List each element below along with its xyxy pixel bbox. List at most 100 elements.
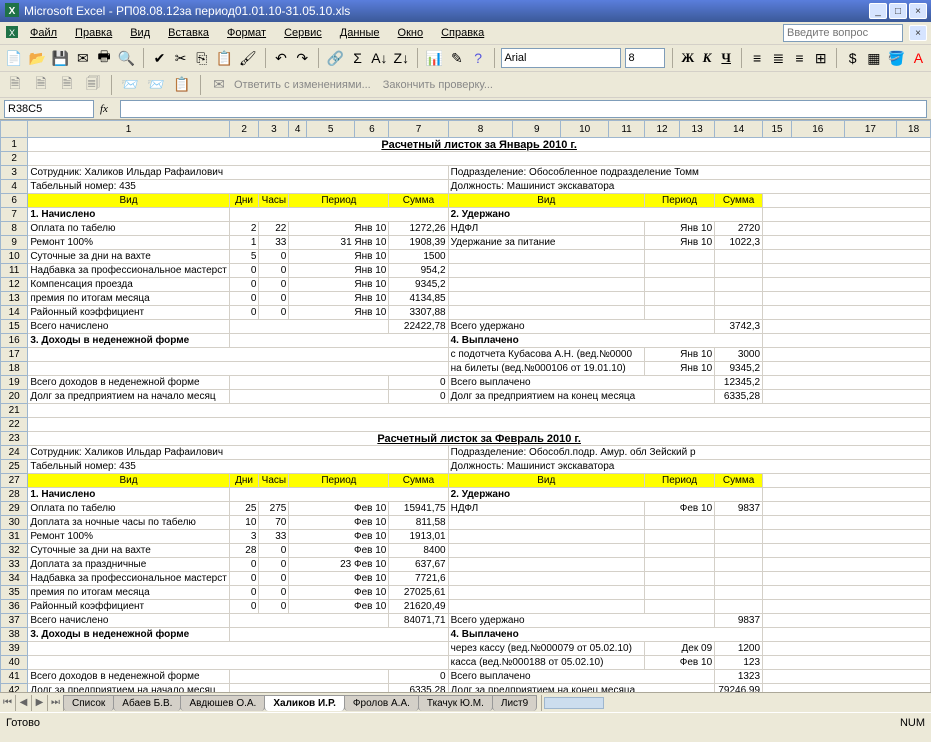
cell[interactable]: 4. Выплачено bbox=[448, 334, 762, 348]
cell[interactable] bbox=[715, 278, 763, 292]
row-header-14[interactable]: 14 bbox=[1, 306, 28, 320]
cell[interactable]: Оплата по табелю bbox=[28, 222, 229, 236]
cell[interactable]: Надбавка за профессиональное мастерст bbox=[28, 264, 229, 278]
cell[interactable] bbox=[763, 250, 931, 264]
row-header-4[interactable]: 4 bbox=[1, 180, 28, 194]
cell[interactable]: 15941,75 bbox=[389, 502, 448, 516]
col-header-11[interactable]: 11 bbox=[609, 121, 645, 138]
cell[interactable] bbox=[715, 572, 763, 586]
row-header-19[interactable]: 19 bbox=[1, 376, 28, 390]
cell[interactable]: Оплата по табелю bbox=[28, 502, 229, 516]
currency-icon[interactable]: $ bbox=[844, 47, 861, 69]
row-header-10[interactable]: 10 bbox=[1, 250, 28, 264]
cell[interactable]: Должность: Машинист экскаватора bbox=[448, 460, 930, 474]
menu-tools[interactable]: Сервис bbox=[276, 25, 330, 41]
cell[interactable]: 0 bbox=[389, 670, 448, 684]
cell[interactable] bbox=[763, 586, 931, 600]
cell[interactable]: Надбавка за профессиональное мастерст bbox=[28, 572, 229, 586]
cell[interactable]: Долг за предприятием на начало месяц bbox=[28, 390, 229, 404]
maximize-button[interactable]: □ bbox=[889, 3, 907, 19]
underline-button[interactable]: Ч bbox=[719, 48, 734, 68]
chart-icon[interactable]: 📊 bbox=[425, 47, 444, 69]
cell[interactable] bbox=[763, 348, 931, 362]
col-header-15[interactable]: 15 bbox=[763, 121, 792, 138]
save-icon[interactable]: 💾 bbox=[51, 47, 70, 69]
cell[interactable] bbox=[448, 600, 644, 614]
sheet-tab-1[interactable]: Абаев Б.В. bbox=[113, 695, 181, 711]
tb2-icon7[interactable]: 📋 bbox=[171, 74, 193, 96]
cell[interactable]: Сумма bbox=[715, 194, 763, 208]
row-header-15[interactable]: 15 bbox=[1, 320, 28, 334]
cell[interactable] bbox=[448, 558, 644, 572]
col-header-2[interactable]: 2 bbox=[229, 121, 259, 138]
cell[interactable]: 79246,99 bbox=[715, 684, 763, 693]
row-header-27[interactable]: 27 bbox=[1, 474, 28, 488]
row-header-7[interactable]: 7 bbox=[1, 208, 28, 222]
cell[interactable]: 0 bbox=[229, 292, 259, 306]
cell[interactable]: Доплата за ночные часы по табелю bbox=[28, 516, 229, 530]
merge-center-icon[interactable]: ⊞ bbox=[812, 47, 829, 69]
cell[interactable]: Суточные за дни на вахте bbox=[28, 250, 229, 264]
sheet-tab-6[interactable]: Лист9 bbox=[492, 695, 537, 711]
cell[interactable] bbox=[763, 530, 931, 544]
cell[interactable] bbox=[763, 292, 931, 306]
cell[interactable] bbox=[763, 670, 931, 684]
cell[interactable]: Фев 10 bbox=[644, 502, 714, 516]
cell[interactable] bbox=[448, 572, 644, 586]
cell[interactable]: на билеты (вед.№000106 от 19.01.10) bbox=[448, 362, 644, 376]
cell[interactable]: Сумма bbox=[389, 194, 448, 208]
cell[interactable] bbox=[763, 656, 931, 670]
col-header-13[interactable]: 13 bbox=[680, 121, 715, 138]
tab-nav-first[interactable]: ⏮ bbox=[0, 695, 16, 711]
cell[interactable]: Сотрудник: Халиков Ильдар Рафаилович bbox=[28, 166, 448, 180]
fx-label[interactable]: fx bbox=[100, 103, 108, 115]
cell[interactable] bbox=[448, 544, 644, 558]
cell[interactable] bbox=[229, 670, 389, 684]
font-name-select[interactable] bbox=[501, 48, 621, 68]
cell[interactable]: Долг за предприятием на начало месяц bbox=[28, 684, 229, 693]
cell[interactable]: 5 bbox=[229, 250, 259, 264]
cell[interactable] bbox=[763, 502, 931, 516]
col-header-7[interactable]: 7 bbox=[389, 121, 448, 138]
cell[interactable]: Период bbox=[644, 194, 714, 208]
hyperlink-icon[interactable]: 🔗 bbox=[326, 47, 345, 69]
col-header-10[interactable]: 10 bbox=[561, 121, 609, 138]
row-header-33[interactable]: 33 bbox=[1, 558, 28, 572]
autosum-icon[interactable]: Σ bbox=[349, 47, 366, 69]
row-header-40U[interactable]: 40 bbox=[1, 656, 28, 670]
cell[interactable]: Всего доходов в неденежной форме bbox=[28, 670, 229, 684]
cell[interactable]: Янв 10 bbox=[289, 250, 389, 264]
cell[interactable]: Период bbox=[289, 194, 389, 208]
sheet-tab-3[interactable]: Халиков И.Р. bbox=[264, 695, 345, 711]
menu-data[interactable]: Данные bbox=[332, 25, 388, 41]
sheet-tab-0[interactable]: Список bbox=[63, 695, 114, 711]
format-painter-icon[interactable]: 🖌 bbox=[238, 47, 258, 69]
cell[interactable]: 0 bbox=[389, 390, 448, 404]
cell[interactable]: Фев 10 bbox=[289, 586, 389, 600]
cell[interactable]: 0 bbox=[229, 558, 259, 572]
tb2-icon6[interactable]: 📨 bbox=[145, 74, 167, 96]
row-header-20[interactable]: 20 bbox=[1, 390, 28, 404]
cell[interactable]: премия по итогам месяца bbox=[28, 586, 229, 600]
cell[interactable] bbox=[28, 348, 448, 362]
cell[interactable]: 84071,71 bbox=[389, 614, 448, 628]
font-size-select[interactable] bbox=[625, 48, 665, 68]
cell[interactable]: 0 bbox=[259, 558, 289, 572]
cell[interactable]: Всего удержано bbox=[448, 320, 715, 334]
cell[interactable]: Янв 10 bbox=[644, 348, 714, 362]
col-header-17[interactable]: 17 bbox=[844, 121, 897, 138]
worksheet-grid[interactable]: 123456789101112131415161718 1Расчетный л… bbox=[0, 120, 931, 692]
cell[interactable] bbox=[763, 558, 931, 572]
cell[interactable] bbox=[229, 376, 389, 390]
cell[interactable] bbox=[448, 306, 644, 320]
align-center-icon[interactable]: ≣ bbox=[770, 47, 787, 69]
cell[interactable]: 0 bbox=[259, 544, 289, 558]
cell[interactable] bbox=[448, 250, 644, 264]
cell[interactable] bbox=[715, 600, 763, 614]
cell[interactable]: 31 Янв 10 bbox=[289, 236, 389, 250]
paste-icon[interactable]: 📋 bbox=[214, 47, 233, 69]
cell[interactable]: 275 bbox=[259, 502, 289, 516]
cell[interactable]: Суточные за дни на вахте bbox=[28, 544, 229, 558]
menu-file[interactable]: Файл bbox=[22, 25, 65, 41]
cell[interactable]: 1. Начислено bbox=[28, 488, 229, 502]
